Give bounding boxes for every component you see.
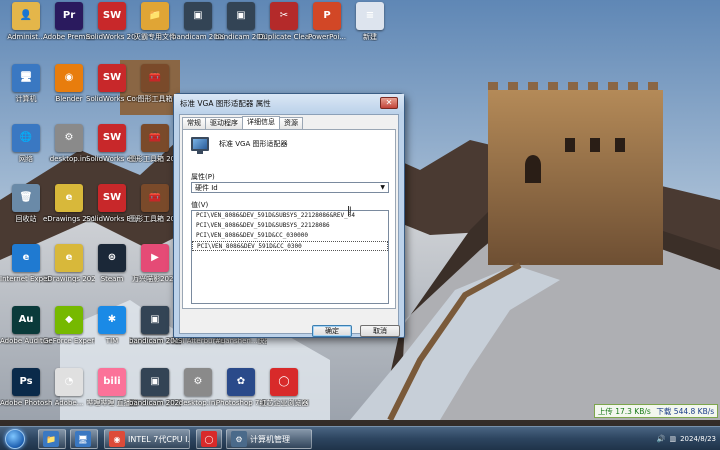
cancel-button[interactable]: 取消 — [360, 325, 400, 337]
taskbar-button[interactable]: ◉ INTEL 7代CPU I... — [104, 429, 190, 449]
details-tab-body: 标准 VGA 图形适配器 属性(P) 硬件 Id ▼ 值(V) PCI\VEN_… — [182, 129, 396, 309]
display-adapter-icon — [191, 137, 209, 154]
edrawings-icon: e — [55, 244, 83, 272]
ini-file-icon: ⚙ — [55, 124, 83, 152]
desktop-icon-label: 红芯企业浏览器 — [259, 399, 309, 407]
blender-icon: ◉ — [55, 64, 83, 92]
duplicate-cleaner-icon: ✂ — [270, 2, 298, 30]
tab-details[interactable]: 详细信息 — [242, 116, 280, 129]
download-speed: 下载 544.8 KB/s — [656, 406, 715, 416]
taskbar-button-label: INTEL 7代CPU I... — [128, 434, 190, 444]
user-folder-icon: 👤 — [12, 2, 40, 30]
desktop-icon[interactable]: ◯ 红芯企业浏览器 — [258, 366, 310, 422]
audition-icon: Au — [12, 306, 40, 334]
computer-management-icon: ⚙ — [231, 431, 247, 447]
system-tray: 🔊 ▥ 2024/8/23 — [657, 429, 716, 449]
properties-dialog: 标准 VGA 图形适配器 属性 ✕ 常规 驱动程序 详细信息 资源 标准 VGA… — [173, 93, 405, 338]
text-cursor-icon: I — [348, 206, 354, 216]
windows-logo-icon — [5, 429, 25, 449]
solidworks-icon: SW — [98, 64, 126, 92]
dialog-panel: 常规 驱动程序 详细信息 资源 标准 VGA 图形适配器 属性(P) 硬件 Id… — [179, 114, 400, 337]
bandicam-file-icon: ▣ — [141, 368, 169, 396]
steam-icon: ⊛ — [98, 244, 126, 272]
browser-icon: ◯ — [270, 368, 298, 396]
edrawings-icon: e — [55, 184, 83, 212]
document-icon: ≡ — [356, 2, 384, 30]
solidworks-icon: SW — [98, 124, 126, 152]
tab-strip: 常规 驱动程序 详细信息 资源 — [182, 116, 303, 129]
premiere-icon: Pr — [55, 2, 83, 30]
lightroom-icon: ◔ — [55, 368, 83, 396]
start-button[interactable] — [2, 427, 28, 450]
property-select[interactable]: 硬件 Id ▼ — [191, 182, 389, 193]
solidworks-icon: SW — [98, 184, 126, 212]
computer-icon: 🖥 — [75, 431, 91, 447]
bandicam-file-icon: ▣ — [227, 2, 255, 30]
ie-icon: e — [12, 244, 40, 272]
toolbox-icon: 🧰 — [141, 64, 169, 92]
taskbar-button-label: 计算机管理 — [250, 434, 290, 444]
bandicam-file-icon: ▣ — [184, 2, 212, 30]
ok-button[interactable]: 确定 — [312, 325, 352, 337]
device-name: 标准 VGA 图形适配器 — [219, 140, 288, 148]
computer-icon: 🖥 — [12, 64, 40, 92]
taskbar-button[interactable]: ◯ — [196, 429, 222, 449]
value-label: 值(V) — [191, 201, 209, 209]
property-select-value: 硬件 Id — [195, 184, 218, 192]
value-row[interactable]: PCI\VEN_8086&DEV_591D&SUBSYS_22128086 — [192, 221, 388, 231]
property-label: 属性(P) — [191, 173, 215, 181]
network-icon[interactable]: ▥ — [669, 435, 676, 443]
taskbar: 📁 🖥 ◉ INTEL 7代CPU I... ◯ ⚙ 计算机管理 🔊 ▥ 2024/8/23 — [0, 426, 720, 450]
chrome-icon: ◉ — [109, 431, 125, 447]
volume-icon[interactable]: 🔊 — [657, 435, 666, 443]
tim-icon: ✱ — [98, 306, 126, 334]
network-speed-widget: 上传 17.3 KB/s 下载 544.8 KB/s — [594, 404, 718, 418]
upload-speed: 上传 17.3 KB/s — [597, 406, 651, 416]
recycle-bin-icon: 🗑 — [12, 184, 40, 212]
network-icon: 🌐 — [12, 124, 40, 152]
value-row[interactable]: PCI\VEN_8086&DEV_591D&CC_030000 — [192, 231, 388, 241]
toolbox-icon: 🧰 — [141, 124, 169, 152]
powerpoint-icon: P — [313, 2, 341, 30]
desktop-icon[interactable]: ≡ 新建 — [344, 0, 396, 56]
dialog-title: 标准 VGA 图形适配器 属性 — [180, 99, 271, 108]
taskbar-button[interactable]: ⚙ 计算机管理 — [226, 429, 312, 449]
tab-driver[interactable]: 驱动程序 — [205, 117, 243, 129]
close-button[interactable]: ✕ — [380, 97, 398, 109]
desktop-icon-label: 新建 — [363, 33, 377, 41]
folder-icon: 📁 — [141, 2, 169, 30]
value-row[interactable]: PCI\VEN_8086&DEV_591D&SUBSYS_22128086&RE… — [192, 211, 388, 221]
tab-general[interactable]: 常规 — [182, 117, 206, 129]
bandicam-file-icon: ▣ — [141, 306, 169, 334]
chevron-down-icon: ▼ — [380, 184, 385, 191]
wondershare-icon: ▶ — [141, 244, 169, 272]
bilibili-icon: bili — [98, 368, 126, 396]
solidworks-icon: SW — [98, 2, 126, 30]
taskbar-button[interactable]: 🖥 — [70, 429, 98, 449]
photoshop-icon: Ps — [12, 368, 40, 396]
tab-resources[interactable]: 资源 — [279, 117, 303, 129]
geforce-icon: ◆ — [55, 306, 83, 334]
device-header: 标准 VGA 图形适配器 — [191, 137, 288, 154]
dialog-titlebar[interactable]: 标准 VGA 图形适配器 属性 — [174, 94, 404, 113]
value-row-selected[interactable]: PCI\VEN_8086&DEV_591D&CC_0300 — [192, 241, 388, 251]
value-list[interactable]: PCI\VEN_8086&DEV_591D&SUBSYS_22128086&RE… — [191, 210, 389, 304]
ini-file-icon: ⚙ — [184, 368, 212, 396]
explorer-icon: 📁 — [43, 431, 59, 447]
clock-date[interactable]: 2024/8/23 — [680, 435, 716, 443]
browser-icon: ◯ — [201, 431, 217, 447]
desktop-icon-label: #uanshen...快捷方式 — [215, 337, 267, 345]
taskbar-button[interactable]: 📁 — [38, 429, 66, 449]
toolbox-icon: 🧰 — [141, 184, 169, 212]
photoshop7-icon: ✿ — [227, 368, 255, 396]
